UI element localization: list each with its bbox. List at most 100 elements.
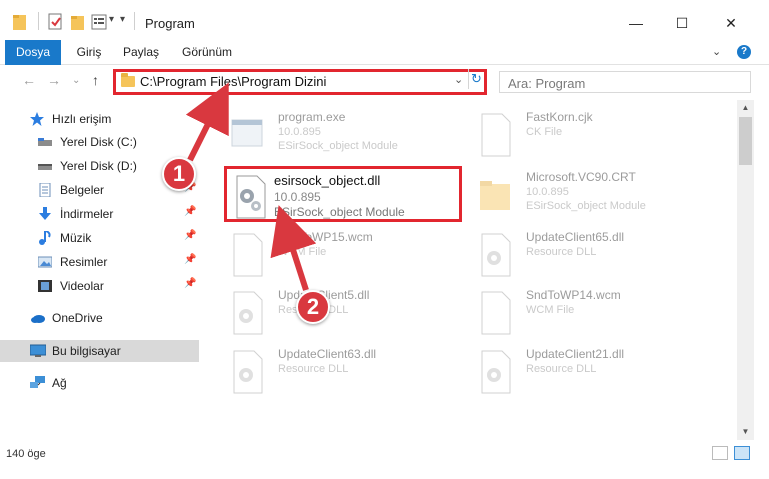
callout-badge-1: 1 [162,157,196,191]
pin-icon[interactable]: 📌 [184,254,196,265]
sidebar-item-disk-c[interactable]: Yerel Disk (C:) [0,131,199,153]
list-item[interactable]: Microsoft.VC90.CRT 10.0.895 ESirSock_obj… [478,170,718,230]
pin-icon[interactable]: 📌 [184,278,196,289]
file-name: UpdateClient21.dll [526,347,625,361]
list-item[interactable]: FastKorn.cjk CK File [478,110,718,170]
file-name: SndToWP14.wcm [526,288,621,302]
sidebar-item-label: OneDrive [52,311,103,325]
file-version: 10.0.895 [274,190,321,204]
properties-icon[interactable] [48,12,64,32]
sidebar-item-network[interactable]: Ağ [0,372,199,394]
drive-icon [38,138,52,146]
list-item[interactable]: SndToWP14.wcm WCM File [478,288,718,348]
dll-icon [481,350,511,394]
file-name: FastKorn.cjk [526,110,593,124]
refresh-icon[interactable]: ↻ [468,69,484,89]
file-description: Resource DLL [526,246,597,258]
expand-ribbon-icon[interactable]: ⌄ [712,45,721,58]
file-description: Resource DLL [526,363,597,375]
minimize-button[interactable]: — [613,8,659,38]
folder-icon [480,181,510,210]
sidebar-item-onedrive[interactable]: OneDrive [0,307,199,329]
file-icon [481,113,511,157]
highlighted-file-item[interactable]: esirsock_object.dll 10.0.895 ESirSock_ob… [224,166,462,222]
sidebar-item-videos[interactable]: Videolar 📌 [0,275,199,297]
network-icon [30,376,45,388]
scroll-down-icon[interactable]: ▼ [737,424,754,440]
close-button[interactable]: ✕ [708,8,754,38]
sidebar-item-this-pc[interactable]: Bu bilgisayar [0,340,199,362]
file-list: program.exe 10.0.895 ESirSock_object Mod… [206,100,736,440]
sidebar-item-downloads[interactable]: İndirmeler 📌 [0,203,199,225]
list-item[interactable]: UpdateClient21.dll Resource DLL [478,347,718,407]
file-name: Microsoft.VC90.CRT [526,170,636,184]
new-folder-icon[interactable] [70,12,86,32]
executable-icon [231,119,263,147]
large-icons-view-icon[interactable] [734,446,750,460]
scroll-up-icon[interactable]: ▲ [737,100,754,116]
file-name: UpdateClient65.dll [526,230,625,244]
list-item[interactable]: program.exe 10.0.895 ESirSock_object Mod… [230,110,470,170]
help-icon[interactable]: ? [737,45,751,59]
address-dropdown-icon[interactable]: ⌄ [454,73,463,86]
file-description: ESirSock_object Module [274,205,405,219]
forward-button[interactable]: → [47,72,61,88]
sidebar-item-label: Hızlı erişim [52,112,112,126]
sidebar-item-label: Müzik [60,231,92,245]
navigation-pane: Hızlı erişim Yerel Disk (C:) Yerel Disk … [0,100,206,440]
star-icon [30,112,44,126]
sidebar-item-label: Yerel Disk (C:) [60,135,137,149]
tab-dosya[interactable]: Dosya [5,40,61,65]
pin-icon[interactable]: 📌 [184,206,196,217]
sidebar-item-label: Resimler [60,255,108,269]
file-version: 10.0.895 [278,126,321,138]
view-options-icon[interactable] [91,12,107,32]
list-item[interactable]: UpdateClient5.dll Resource DLL [230,288,470,348]
details-view-icon[interactable] [712,446,728,460]
customize-toolbar-icon[interactable]: ▾ [120,14,125,25]
title-separator [134,12,135,30]
callout-badge-2: 2 [296,290,330,324]
sidebar-item-label: Videolar [60,279,104,293]
file-description: WCM File [526,304,575,316]
sidebar-item-music[interactable]: Müzik 📌 [0,227,199,249]
drive-icon [38,164,52,170]
search-input[interactable]: Ara: Program [499,71,751,93]
sidebar-item-pictures[interactable]: Resimler 📌 [0,251,199,273]
back-button[interactable]: ← [22,72,36,88]
scroll-thumb[interactable] [739,117,752,165]
tab-giris[interactable]: Giriş [66,40,112,65]
up-button[interactable]: ↑ [92,72,99,88]
pin-icon[interactable]: 📌 [184,230,196,241]
file-description: ESirSock_object Module [278,140,398,152]
address-row: ← → ⌄ ↑ C:\Program Files\Program Dizini … [0,65,769,99]
sidebar-item-quick-access[interactable]: Hızlı erişim [0,108,199,130]
list-item[interactable]: SndToWP15.wcm WCM File [230,230,470,290]
list-item[interactable]: UpdateClient65.dll Resource DLL [478,230,718,290]
dll-gear-icon [236,175,266,219]
address-path[interactable]: C:\Program Files\Program Dizini [140,74,326,89]
recent-locations-icon[interactable]: ⌄ [72,75,80,86]
file-version: 10.0.895 [526,186,569,198]
dll-icon [233,291,263,335]
sidebar-item-label: Belgeler [60,183,105,197]
file-name: program.exe [278,110,346,124]
file-icon [233,233,263,277]
title-bar: ▾ ▾ Program — ☐ ✕ [0,0,769,40]
computer-icon [30,344,46,357]
search-placeholder: Ara: Program [508,76,586,91]
address-bar[interactable]: C:\Program Files\Program Dizini ⌄ ↻ [113,69,487,95]
view-options-dropdown-icon[interactable]: ▾ [109,14,114,25]
maximize-button[interactable]: ☐ [659,8,705,38]
file-name: esirsock_object.dll [274,173,381,188]
ribbon-tabs: Dosya Giriş Paylaş Görünüm ⌄ ? [0,40,769,65]
tab-gorunum[interactable]: Görünüm [176,40,238,65]
sidebar-item-label: Bu bilgisayar [52,344,121,358]
download-icon [39,207,51,220]
list-item[interactable]: UpdateClient63.dll Resource DLL [230,347,470,407]
tab-paylas[interactable]: Paylaş [116,40,166,65]
videos-icon [38,280,52,292]
cloud-icon [31,315,45,323]
vertical-scrollbar[interactable]: ▲ ▼ [737,100,754,440]
sidebar-item-label: Ağ [52,376,67,390]
